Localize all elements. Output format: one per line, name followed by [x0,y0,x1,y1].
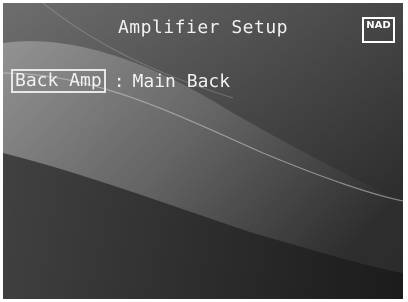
osd-screen: Amplifier Setup NAD Back Amp : Main Back [3,3,403,299]
setting-separator: : [113,70,125,92]
setting-row-back-amp[interactable]: Back Amp : Main Back [11,69,230,93]
nad-logo: NAD [362,17,395,43]
background-swoosh [3,3,403,299]
page-title: Amplifier Setup [117,17,289,38]
setting-label[interactable]: Back Amp [11,69,106,93]
setting-value[interactable]: Main Back [133,71,231,92]
logo-text: NAD [366,20,391,31]
